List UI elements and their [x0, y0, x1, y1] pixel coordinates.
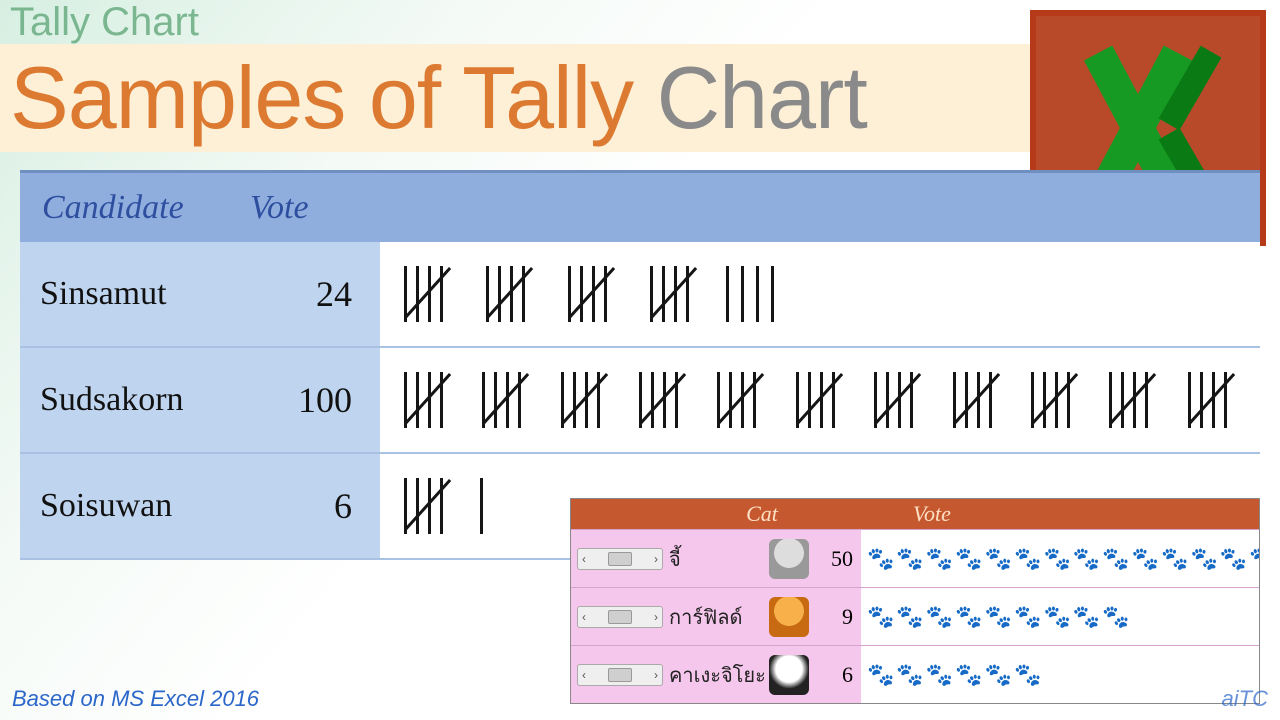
- cat-icon: [769, 655, 809, 695]
- cat-vote: 6: [815, 662, 861, 688]
- chevron-left-icon[interactable]: ‹: [582, 610, 586, 624]
- candidate-vote: 24: [250, 273, 380, 315]
- cat-table-header: Cat Vote: [571, 499, 1259, 529]
- candidate-vote: 6: [250, 485, 380, 527]
- cat-icon: [769, 597, 809, 637]
- cat-name: คาเงะจิโยะ: [669, 659, 769, 691]
- row-scrollbar[interactable]: ‹›: [577, 606, 663, 628]
- header-vote: Vote: [250, 189, 380, 227]
- table-row: ‹›คาเงะจิโยะ6🐾🐾🐾🐾🐾🐾: [571, 645, 1259, 703]
- footer-text: Based on MS Excel 2016: [12, 686, 259, 712]
- scrollbar-thumb[interactable]: [608, 610, 632, 624]
- tally-marks: [380, 242, 1260, 346]
- cat-name: จี้: [669, 543, 769, 575]
- cat-icon: [769, 539, 809, 579]
- tally-marks: [380, 348, 1260, 452]
- title-banner: Samples of Tally Chart: [0, 44, 1040, 152]
- candidate-name: Soisuwan: [20, 487, 250, 525]
- scrollbar-thumb[interactable]: [608, 668, 632, 682]
- supertitle: Tally Chart: [10, 0, 199, 45]
- page-title: Samples of Tally Chart: [10, 47, 867, 149]
- candidate-table-header: Candidate Vote: [20, 170, 1260, 242]
- chevron-right-icon[interactable]: ›: [654, 668, 658, 682]
- chevron-left-icon[interactable]: ‹: [582, 668, 586, 682]
- row-scrollbar[interactable]: ‹›: [577, 548, 663, 570]
- paw-marks: 🐾🐾🐾🐾🐾🐾: [861, 646, 1259, 703]
- paw-marks: 🐾🐾🐾🐾🐾🐾🐾🐾🐾🐾🐾🐾🐾🐾: [861, 530, 1259, 587]
- title-orange: Samples of Tally: [10, 48, 633, 147]
- chevron-right-icon[interactable]: ›: [654, 610, 658, 624]
- table-row: Sudsakorn100: [20, 348, 1260, 454]
- candidate-name: Sinsamut: [20, 275, 250, 313]
- chevron-right-icon[interactable]: ›: [654, 552, 658, 566]
- candidate-vote: 100: [250, 379, 380, 421]
- table-row: ‹›จี้50🐾🐾🐾🐾🐾🐾🐾🐾🐾🐾🐾🐾🐾🐾: [571, 529, 1259, 587]
- chevron-left-icon[interactable]: ‹: [582, 552, 586, 566]
- cat-vote: 50: [815, 546, 861, 572]
- table-row: Sinsamut24: [20, 242, 1260, 348]
- candidate-name: Sudsakorn: [20, 381, 250, 419]
- table-row: ‹›การ์ฟิลด์9🐾🐾🐾🐾🐾🐾🐾🐾🐾: [571, 587, 1259, 645]
- title-gray: Chart: [633, 48, 867, 147]
- cat-name: การ์ฟิลด์: [669, 601, 769, 633]
- row-scrollbar[interactable]: ‹›: [577, 664, 663, 686]
- scrollbar-thumb[interactable]: [608, 552, 632, 566]
- footer-right: aiTC: [1222, 686, 1268, 712]
- cat-vote: 9: [815, 604, 861, 630]
- header-cat: Cat: [667, 501, 857, 527]
- header-cat-vote: Vote: [857, 501, 1007, 527]
- header-candidate: Candidate: [20, 189, 250, 227]
- cat-tally-table: Cat Vote ‹›จี้50🐾🐾🐾🐾🐾🐾🐾🐾🐾🐾🐾🐾🐾🐾‹›การ์ฟิลด…: [570, 498, 1260, 704]
- paw-marks: 🐾🐾🐾🐾🐾🐾🐾🐾🐾: [861, 588, 1259, 645]
